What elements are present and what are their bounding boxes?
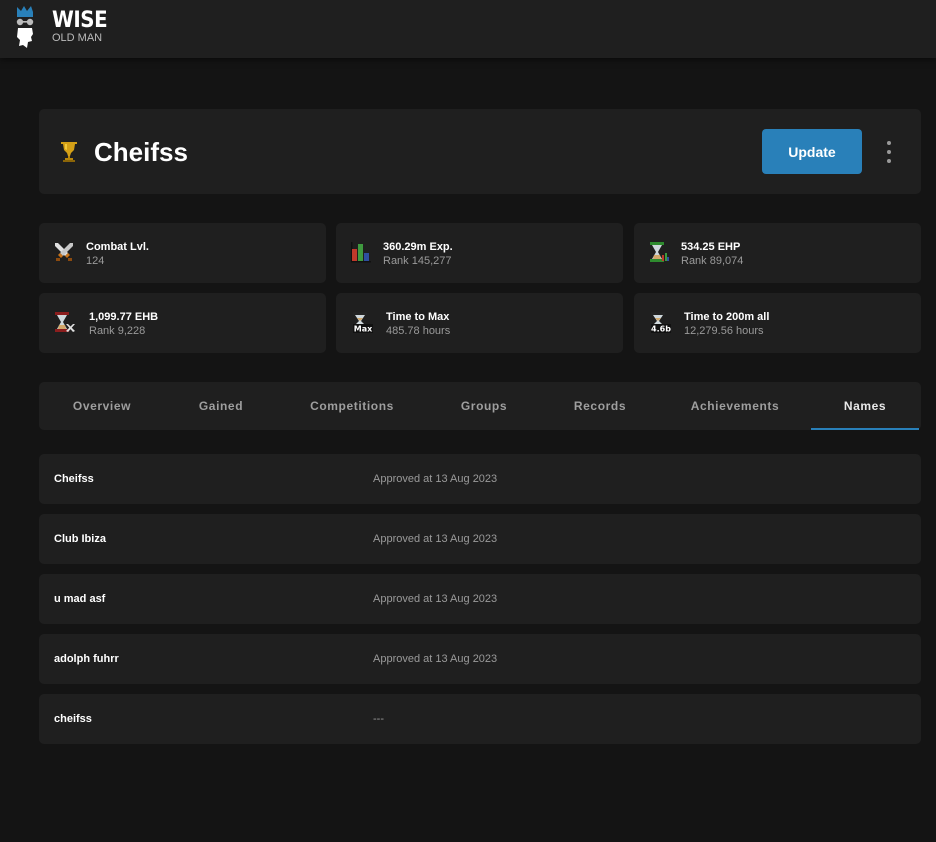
max-hourglass-icon: Max [353, 312, 373, 334]
tab-names[interactable]: Names [811, 382, 919, 430]
name-change-row: u mad asf Approved at 13 Aug 2023 [39, 574, 921, 624]
tab-records[interactable]: Records [541, 382, 659, 430]
stat-card-time-to-max: Max Time to Max 485.78 hours [336, 293, 623, 353]
name-status: --- [373, 713, 384, 725]
update-button[interactable]: Update [762, 129, 862, 174]
name-value: Cheifss [54, 473, 94, 485]
200m-hourglass-icon: 4.6b [651, 312, 671, 334]
stat-card-ehp: 534.25 EHP Rank 89,074 [634, 223, 921, 283]
name-value: u mad asf [54, 593, 106, 605]
name-status: Approved at 13 Aug 2023 [373, 473, 498, 485]
name-change-row: Club Ibiza Approved at 13 Aug 2023 [39, 514, 921, 564]
stat-title: 534.25 EHP [681, 241, 741, 253]
tab-overview[interactable]: Overview [39, 382, 165, 430]
stat-title: 1,099.77 EHB [89, 311, 159, 323]
name-value: cheifss [54, 713, 92, 725]
name-change-row: Cheifss Approved at 13 Aug 2023 [39, 454, 921, 504]
more-dot [887, 150, 891, 154]
exp-bar-chart-icon [351, 242, 371, 263]
ehp-hourglass-icon [650, 242, 669, 262]
stat-card-ehb: 1,099.77 EHB Rank 9,228 [39, 293, 326, 353]
player-name: Cheifss [94, 137, 188, 167]
logo[interactable]: WISE OLD MAN [14, 4, 113, 50]
stat-subtitle: 124 [86, 255, 105, 267]
name-change-row: cheifss --- [39, 694, 921, 744]
stat-title: Combat Lvl. [86, 241, 149, 253]
tab-gained[interactable]: Gained [165, 382, 277, 430]
stat-subtitle: Rank 89,074 [681, 255, 744, 267]
name-status: Approved at 13 Aug 2023 [373, 653, 498, 665]
name-status: Approved at 13 Aug 2023 [373, 533, 498, 545]
icon-label: 4.6b [651, 325, 671, 334]
stat-subtitle: 485.78 hours [386, 325, 451, 337]
stat-subtitle: Rank 9,228 [89, 325, 146, 337]
more-dot [887, 159, 891, 163]
tab-achievements[interactable]: Achievements [659, 382, 811, 430]
stat-card-combat: Combat Lvl. 124 [39, 223, 326, 283]
trophy-icon [61, 142, 77, 162]
stat-title: Time to 200m all [684, 311, 770, 323]
player-header: Cheifss Update [39, 109, 921, 194]
stat-card-time-to-200m: 4.6b Time to 200m all 12,279.56 hours [634, 293, 921, 353]
more-vertical-icon[interactable] [882, 141, 896, 163]
stat-title: 360.29m Exp. [383, 241, 453, 253]
name-change-row: adolph fuhrr Approved at 13 Aug 2023 [39, 634, 921, 684]
wise-old-man-icon [16, 6, 34, 48]
combat-swords-icon [55, 243, 73, 261]
top-bar: WISE OLD MAN [0, 0, 936, 58]
logo-subtitle: OLD MAN [52, 32, 103, 44]
name-value: adolph fuhrr [54, 653, 119, 665]
logo-title: WISE [52, 8, 108, 33]
tab-groups[interactable]: Groups [427, 382, 541, 430]
stat-subtitle: Rank 145,277 [383, 255, 452, 267]
stat-title: Time to Max [386, 311, 450, 323]
tab-competitions[interactable]: Competitions [277, 382, 427, 430]
more-dot [887, 141, 891, 145]
name-value: Club Ibiza [54, 533, 106, 545]
ehb-hourglass-icon [55, 312, 75, 332]
icon-label: Max [354, 325, 373, 334]
profile-tabs: Overview Gained Competitions Groups Reco… [39, 382, 921, 430]
stat-subtitle: 12,279.56 hours [684, 325, 764, 337]
stat-card-exp: 360.29m Exp. Rank 145,277 [336, 223, 623, 283]
name-status: Approved at 13 Aug 2023 [373, 593, 498, 605]
